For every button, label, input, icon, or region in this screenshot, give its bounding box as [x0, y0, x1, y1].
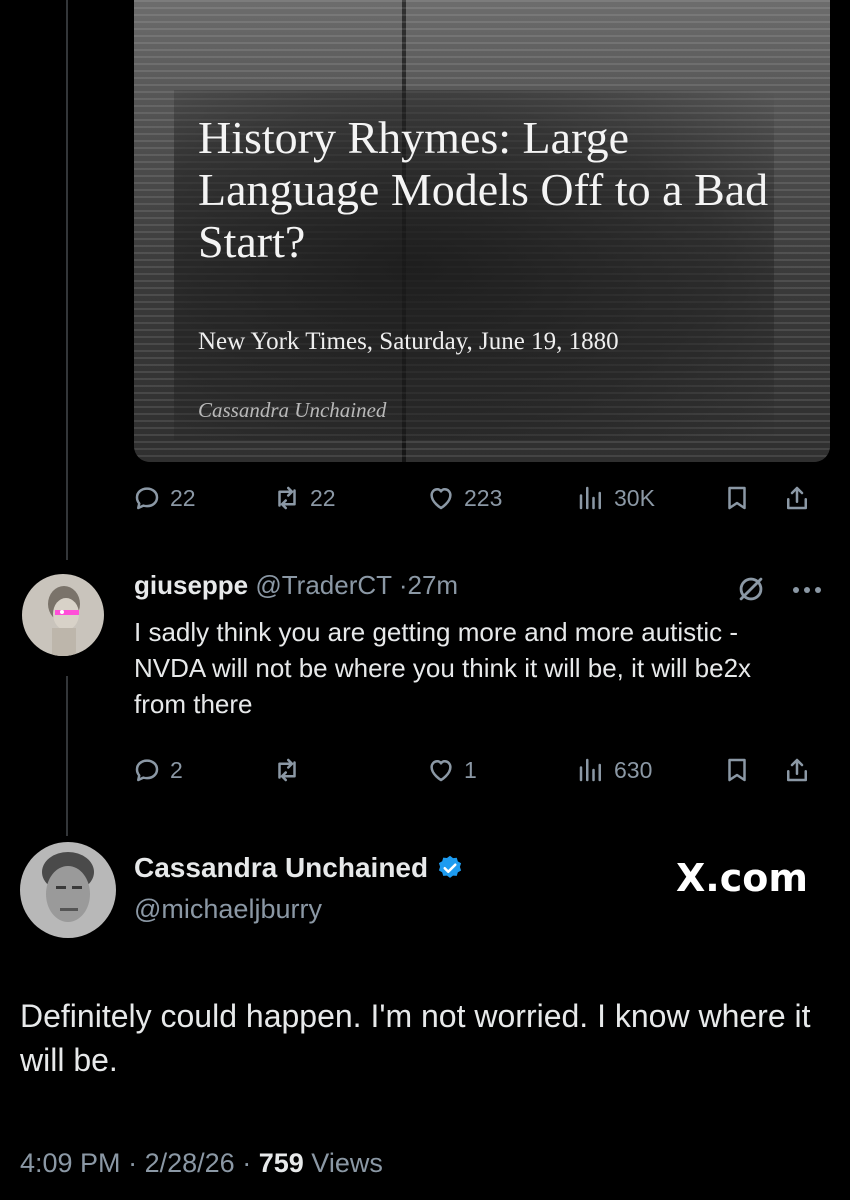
repost-icon	[278, 758, 296, 782]
views-icon	[579, 758, 601, 782]
card-source: New York Times, Saturday, June 19, 1880	[198, 328, 619, 355]
share-button[interactable]	[782, 750, 812, 790]
article-card[interactable]: History Rhymes: Large Language Models Of…	[134, 0, 830, 462]
verified-badge-icon	[439, 855, 462, 878]
main-author-handle[interactable]: @michaeljburry	[134, 894, 322, 925]
tweet-date[interactable]: 2/28/26	[145, 1148, 235, 1178]
reply-time[interactable]: 27m	[407, 570, 458, 600]
avatar-portrait-icon	[20, 842, 116, 938]
share-icon	[787, 486, 807, 510]
repost-button[interactable]: 22	[272, 478, 336, 518]
like-icon	[430, 760, 452, 782]
thread-line-middle	[66, 676, 68, 836]
share-icon	[787, 758, 807, 782]
meta-separator-2: ·	[242, 1148, 252, 1178]
x-com-watermark: X.com	[676, 856, 808, 900]
repost-count: 22	[310, 484, 336, 511]
avatar-cassandra[interactable]	[20, 842, 116, 938]
reply-count: 22	[170, 484, 196, 511]
reply-author-name[interactable]: giuseppe	[134, 570, 248, 600]
like-icon	[430, 488, 452, 510]
avatar-statue-icon	[22, 574, 104, 656]
reply-button[interactable]: 22	[132, 478, 196, 518]
reply-text: I sadly think you are getting more and m…	[134, 617, 752, 719]
views-count: 30K	[614, 484, 655, 511]
tweet-actions-1: 22 22 223 30K	[132, 478, 832, 518]
share-button[interactable]	[782, 478, 812, 518]
card-author: Cassandra Unchained	[198, 398, 387, 422]
grok-button[interactable]	[734, 572, 768, 611]
reply-icon	[135, 487, 159, 510]
main-author-name: Cassandra Unchained	[134, 852, 429, 883]
main-author[interactable]: Cassandra Unchained	[134, 852, 464, 884]
views-icon	[579, 486, 601, 510]
like-button[interactable]: 223	[426, 478, 502, 518]
bookmark-button[interactable]	[722, 750, 752, 790]
repost-button[interactable]	[272, 750, 310, 790]
bookmark-icon	[728, 758, 746, 782]
like-button[interactable]: 1	[426, 750, 477, 790]
tweet-actions-2: 2 1 630	[132, 750, 832, 790]
views-label: Views	[311, 1148, 383, 1178]
like-count: 223	[464, 484, 503, 511]
grok-icon	[739, 577, 763, 601]
more-button[interactable]	[790, 580, 824, 605]
meta-separator-1: ·	[128, 1148, 138, 1178]
reply-header: giuseppe @TraderCT ·27m	[134, 570, 458, 601]
like-count: 1	[464, 756, 477, 783]
more-icon	[793, 587, 821, 593]
bookmark-button[interactable]	[722, 478, 752, 518]
main-tweet-text: Definitely could happen. I'm not worried…	[20, 998, 811, 1078]
reply-author-handle[interactable]: @TraderCT	[255, 570, 391, 600]
views-count: 630	[614, 756, 653, 783]
reply-count: 2	[170, 756, 183, 783]
avatar-giuseppe[interactable]	[22, 574, 104, 656]
tweet-time[interactable]: 4:09 PM	[20, 1148, 121, 1178]
repost-icon	[278, 486, 296, 510]
card-title: History Rhymes: Large Language Models Of…	[198, 112, 769, 267]
views-button[interactable]: 630	[576, 750, 652, 790]
views-total: 759	[258, 1148, 304, 1178]
tweet-meta: 4:09 PM · 2/28/26 · 759 Views	[20, 1148, 383, 1179]
reply-icon	[135, 759, 159, 782]
views-button[interactable]: 30K	[576, 478, 655, 518]
reply-button[interactable]: 2	[132, 750, 183, 790]
thread-line-top	[66, 0, 68, 560]
bookmark-icon	[728, 486, 746, 510]
